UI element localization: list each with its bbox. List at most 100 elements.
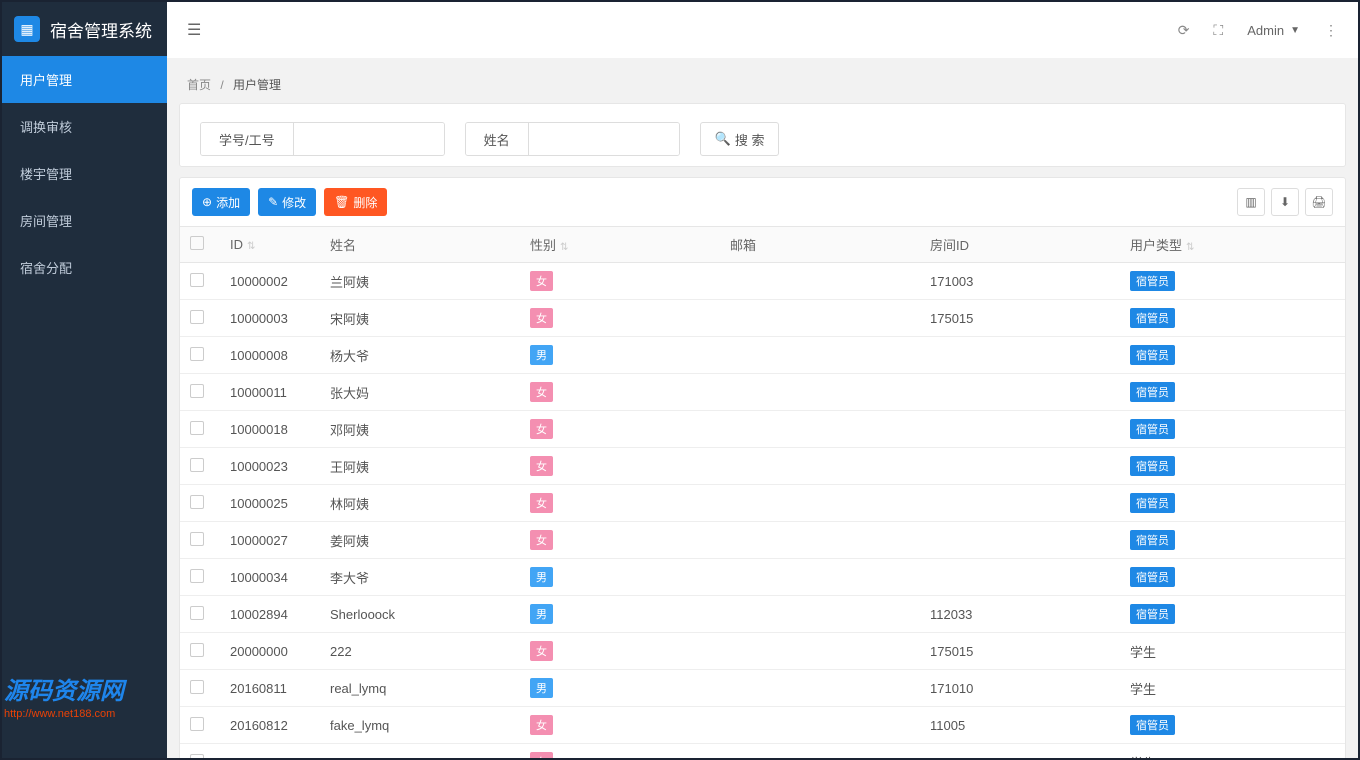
cell-room: [920, 522, 1120, 559]
plus-icon: ⊕: [202, 195, 212, 209]
cell-name: 宋阿姨: [320, 300, 520, 337]
cell-id: 10000034: [220, 559, 320, 596]
sidebar-item-2[interactable]: 楼宇管理: [2, 150, 167, 197]
row-checkbox[interactable]: [190, 421, 204, 435]
gender-badge: 女: [530, 382, 553, 402]
table-row[interactable]: 10000025林阿姨女宿管员: [180, 485, 1345, 522]
columns-icon[interactable]: ▥: [1237, 188, 1265, 216]
gender-badge: 女: [530, 271, 553, 291]
row-checkbox[interactable]: [190, 532, 204, 546]
edit-label: 修改: [282, 194, 306, 211]
search-button[interactable]: 🔍 搜 索: [700, 122, 780, 156]
col-type[interactable]: 用户类型: [1130, 238, 1182, 253]
row-checkbox[interactable]: [190, 569, 204, 583]
table-row[interactable]: 10000018邓阿姨女宿管员: [180, 411, 1345, 448]
cell-email: [720, 559, 920, 596]
cell-email: [720, 337, 920, 374]
cell-room: 175015: [920, 633, 1120, 670]
gender-badge: 女: [530, 493, 553, 513]
col-gender[interactable]: 性别: [530, 238, 556, 253]
role-badge: 宿管员: [1130, 567, 1175, 587]
sort-icon[interactable]: ⇅: [560, 242, 568, 253]
cell-name: 李大爷: [320, 559, 520, 596]
brand-title: 宿舍管理系统: [50, 17, 152, 42]
collapse-icon[interactable]: ☰: [187, 22, 201, 39]
export-icon[interactable]: ⬇: [1271, 188, 1299, 216]
search-name-input[interactable]: [529, 123, 679, 155]
cell-email: [720, 522, 920, 559]
table-row[interactable]: 10000027姜阿姨女宿管员: [180, 522, 1345, 559]
cell-name: 王阿姨: [320, 448, 520, 485]
refresh-icon[interactable]: ⟳: [1178, 22, 1190, 39]
table-row[interactable]: 10000034李大爷男 宿管员: [180, 559, 1345, 596]
cell-id: 20160812: [220, 707, 320, 744]
more-icon[interactable]: ⋮: [1324, 22, 1338, 39]
row-checkbox[interactable]: [190, 495, 204, 509]
fullscreen-icon[interactable]: ⛶: [1213, 22, 1223, 39]
table-row[interactable]: 20160812fake_lymq女11005宿管员: [180, 707, 1345, 744]
cell-id: 20192202: [220, 744, 320, 759]
delete-button[interactable]: 🗑 删除: [324, 188, 387, 216]
row-checkbox[interactable]: [190, 273, 204, 287]
role-text: 学生: [1130, 756, 1156, 759]
select-all-checkbox[interactable]: [190, 236, 204, 250]
table-row[interactable]: 10000003宋阿姨女175015宿管员: [180, 300, 1345, 337]
col-id[interactable]: ID: [230, 237, 243, 252]
role-badge: 宿管员: [1130, 382, 1175, 402]
sidebar-nav: 用户管理调换审核楼宇管理房间管理宿舍分配: [2, 56, 167, 291]
table-row[interactable]: 10000008杨大爷男宿管员: [180, 337, 1345, 374]
gender-badge: 女: [530, 641, 553, 661]
sidebar-item-1[interactable]: 调换审核: [2, 103, 167, 150]
search-icon: 🔍: [715, 131, 731, 147]
role-text: 学生: [1130, 682, 1156, 697]
row-checkbox[interactable]: [190, 754, 204, 759]
table-row[interactable]: 20192202Eva女171010学生: [180, 744, 1345, 759]
cell-email: [720, 596, 920, 633]
cell-id: 10000011: [220, 374, 320, 411]
cell-room: [920, 559, 1120, 596]
sidebar-item-3[interactable]: 房间管理: [2, 197, 167, 244]
user-dropdown[interactable]: Admin ▼: [1247, 23, 1300, 38]
row-checkbox[interactable]: [190, 347, 204, 361]
topbar: ☰ ⟳ ⛶ Admin ▼ ⋮: [167, 2, 1358, 58]
row-checkbox[interactable]: [190, 606, 204, 620]
cell-id: 20160811: [220, 670, 320, 707]
add-button[interactable]: ⊕ 添加: [192, 188, 250, 216]
delete-label: 删除: [353, 194, 377, 211]
row-checkbox[interactable]: [190, 680, 204, 694]
row-checkbox[interactable]: [190, 310, 204, 324]
edit-button[interactable]: ✎ 修改: [258, 188, 316, 216]
role-badge: 宿管员: [1130, 715, 1175, 735]
breadcrumb-current: 用户管理: [233, 78, 281, 92]
cell-id: 10000023: [220, 448, 320, 485]
table-row[interactable]: 20000000222女175015学生: [180, 633, 1345, 670]
print-icon[interactable]: 🖨: [1305, 188, 1333, 216]
table-row[interactable]: 10002894Sherlooock男112033宿管员: [180, 596, 1345, 633]
cell-room: [920, 485, 1120, 522]
row-checkbox[interactable]: [190, 717, 204, 731]
row-checkbox[interactable]: [190, 458, 204, 472]
breadcrumb-sep: /: [220, 78, 223, 92]
table-row[interactable]: 10000011张大妈女宿管员: [180, 374, 1345, 411]
breadcrumb-home[interactable]: 首页: [187, 78, 211, 92]
search-id-input[interactable]: [294, 123, 444, 155]
table-row[interactable]: 20160811real_lymq男171010学生: [180, 670, 1345, 707]
role-badge: 宿管员: [1130, 271, 1175, 291]
gender-badge: 男: [530, 567, 553, 587]
cell-id: 10000002: [220, 263, 320, 300]
table-row[interactable]: 10000002兰阿姨女171003宿管员: [180, 263, 1345, 300]
cell-name: Eva: [320, 744, 520, 759]
sort-icon[interactable]: ⇅: [1186, 242, 1194, 253]
sidebar-item-4[interactable]: 宿舍分配: [2, 244, 167, 291]
table-toolbar: ⊕ 添加 ✎ 修改 🗑 删除 ▥ ⬇: [180, 178, 1345, 226]
row-checkbox[interactable]: [190, 384, 204, 398]
sidebar-item-0[interactable]: 用户管理: [2, 56, 167, 103]
table-row[interactable]: 10000023王阿姨女宿管员: [180, 448, 1345, 485]
sort-icon[interactable]: ⇅: [247, 241, 255, 252]
sidebar: ▦ 宿舍管理系统 用户管理调换审核楼宇管理房间管理宿舍分配: [2, 2, 167, 758]
cell-name: 邓阿姨: [320, 411, 520, 448]
role-badge: 宿管员: [1130, 456, 1175, 476]
row-checkbox[interactable]: [190, 643, 204, 657]
chevron-down-icon: ▼: [1290, 25, 1300, 36]
pencil-icon: ✎: [268, 195, 278, 209]
